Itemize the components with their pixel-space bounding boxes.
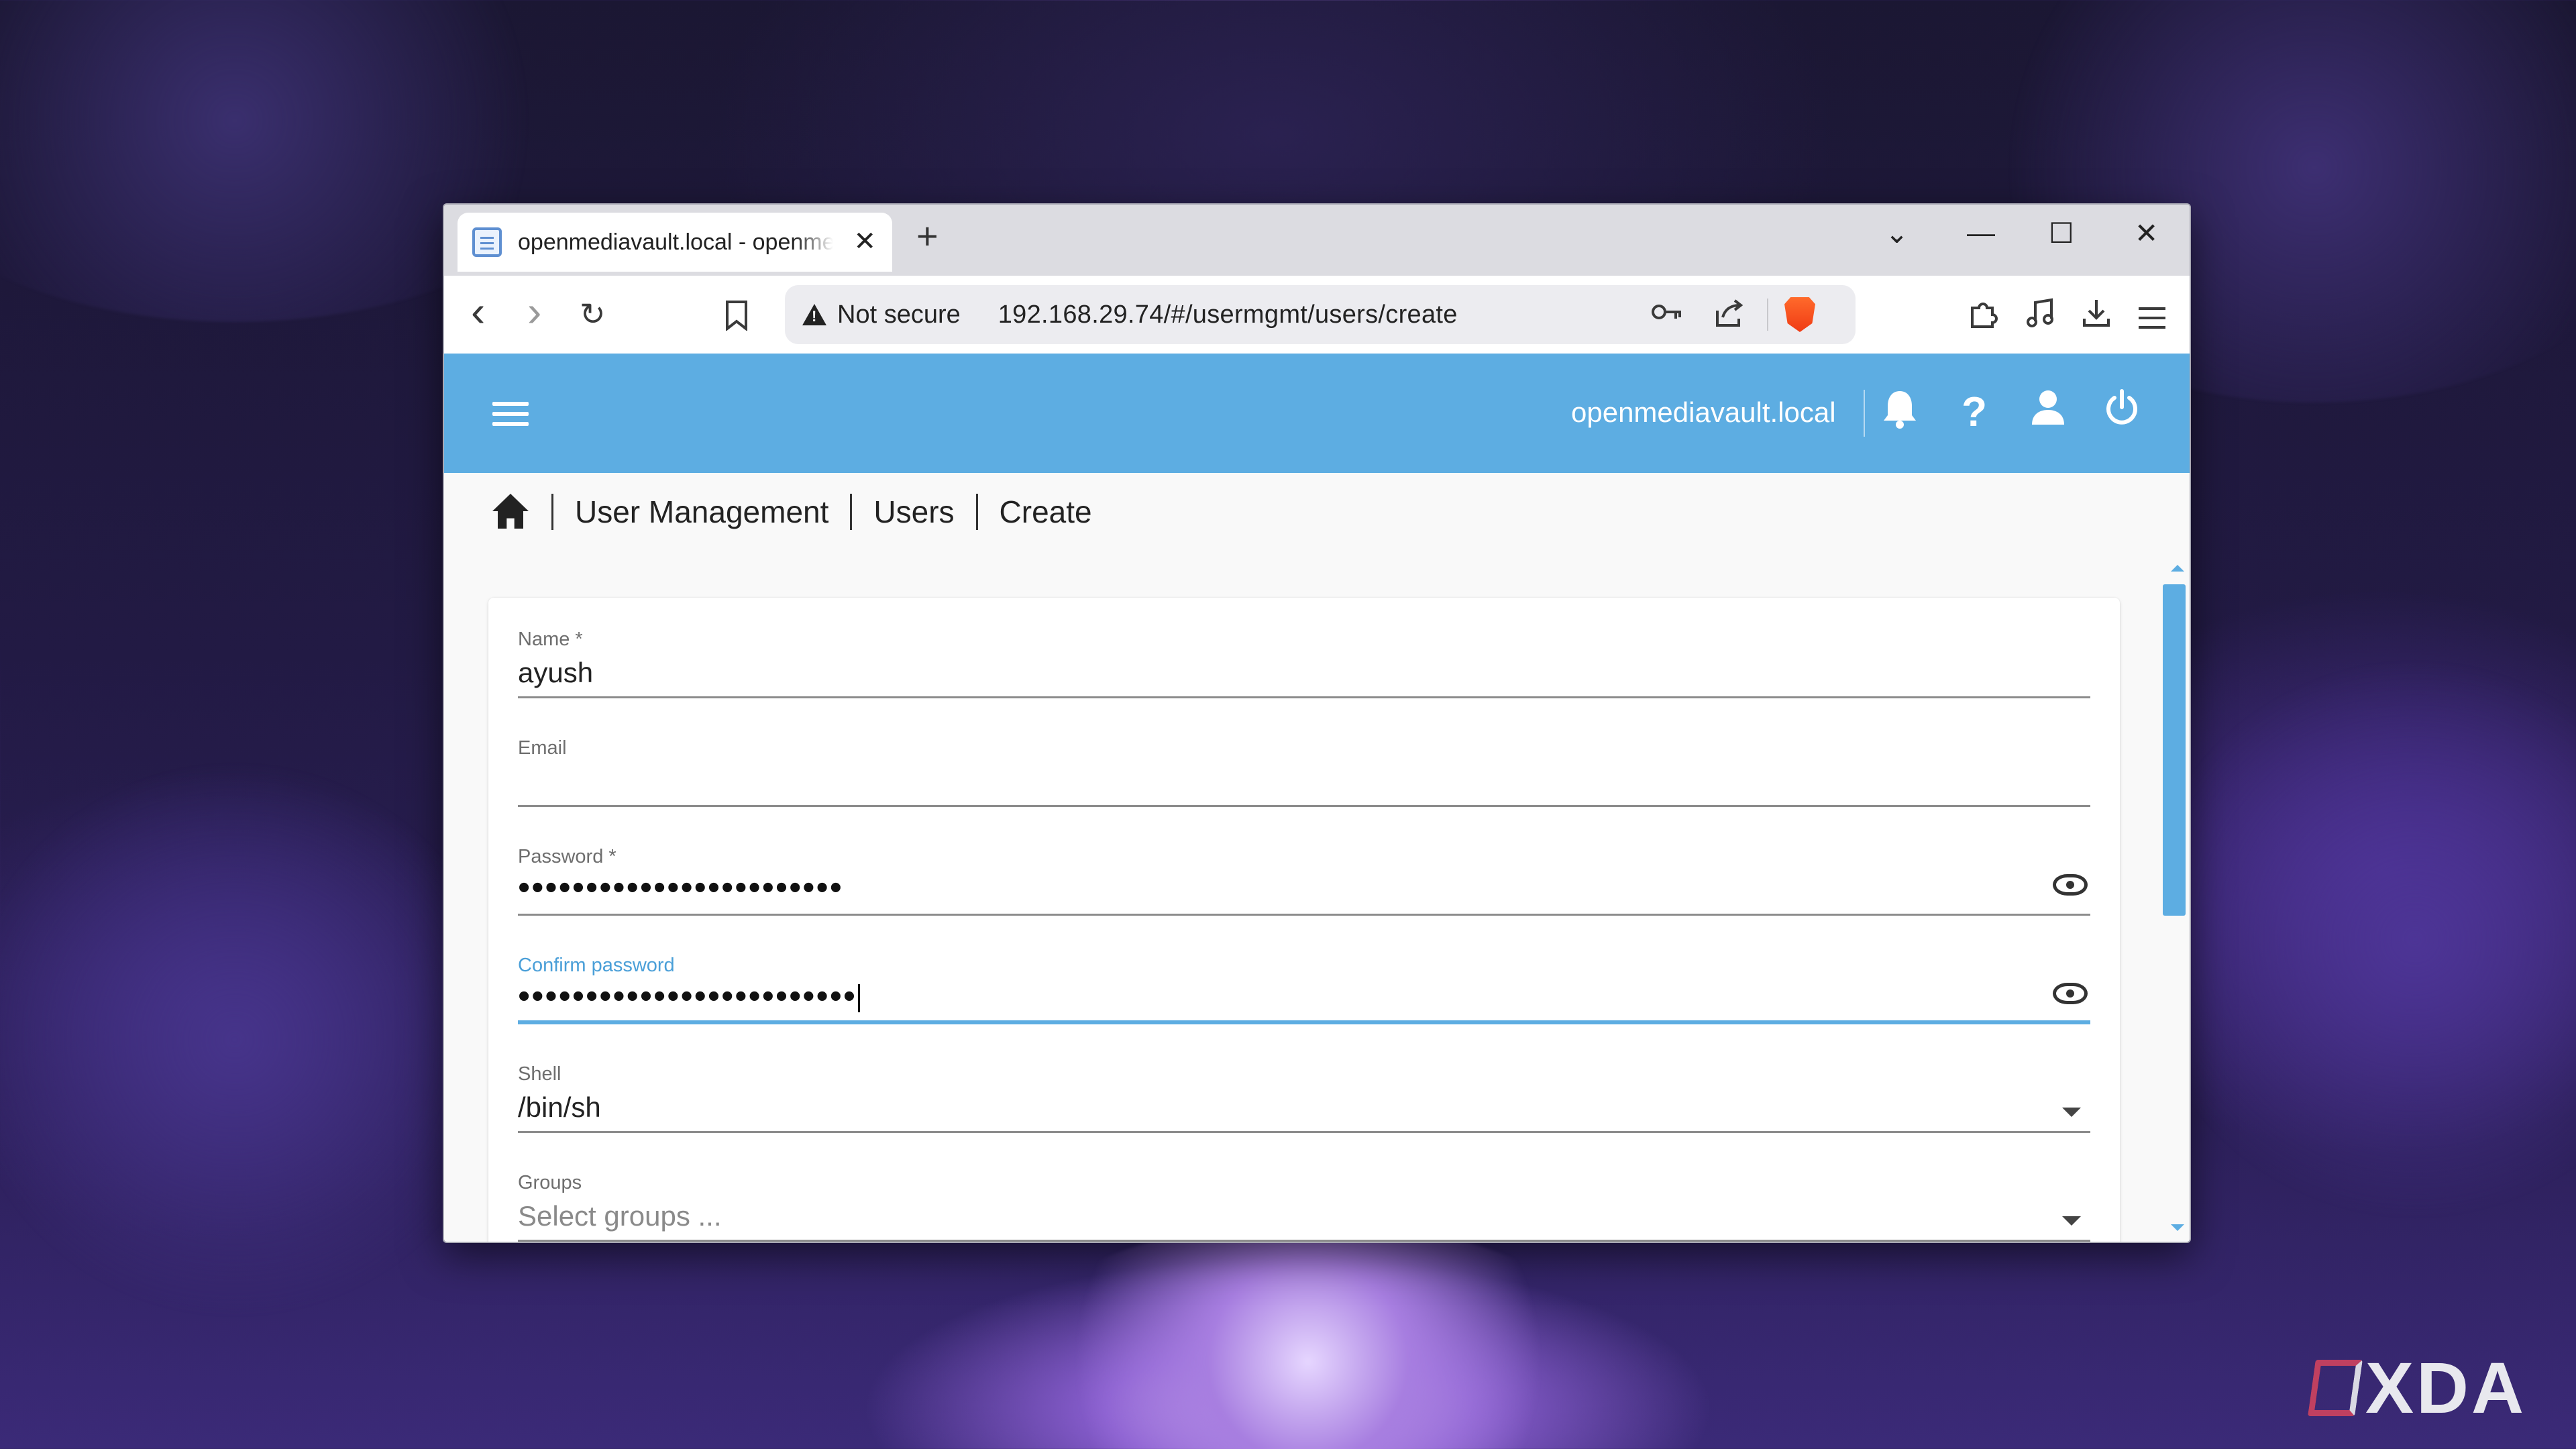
tab-title: openmediavault.local - openmediavault [518, 229, 833, 255]
scroll-down-arrow-icon[interactable] [2171, 1224, 2184, 1231]
back-button[interactable]: ‹ [471, 286, 485, 336]
breadcrumb: User Management Users Create [491, 485, 1092, 539]
chevron-down-icon[interactable] [2062, 1108, 2081, 1117]
extensions-icon[interactable] [1968, 299, 1999, 337]
power-icon[interactable] [2098, 388, 2145, 436]
breadcrumb-user-management[interactable]: User Management [575, 494, 828, 530]
confirm-password-input[interactable]: ••••••••••••••••••••••••• [518, 976, 861, 1016]
home-icon[interactable] [491, 494, 530, 530]
share-icon[interactable] [1713, 299, 1744, 335]
media-icon[interactable] [2025, 297, 2055, 337]
breadcrumb-separator [850, 494, 853, 530]
breadcrumb-separator [551, 494, 553, 530]
password-field[interactable]: Password * •••••••••••••••••••••••• [518, 815, 2090, 916]
maximize-button[interactable]: ☐ [2049, 217, 2074, 250]
bookmark-icon [726, 301, 747, 332]
chevron-down-icon[interactable] [2062, 1216, 2081, 1226]
minimize-button[interactable]: — [1967, 217, 1995, 249]
key-icon[interactable] [1650, 299, 1684, 332]
shell-label: Shell [518, 1063, 561, 1085]
email-label: Email [518, 737, 567, 759]
scroll-up-arrow-icon[interactable] [2171, 565, 2184, 572]
name-input[interactable]: ayush [518, 657, 593, 689]
reload-button[interactable]: ↻ [580, 296, 606, 332]
create-user-form: Name * ayush Email Password * ••••••••••… [488, 598, 2120, 1242]
groups-select[interactable]: Groups Select groups ... [518, 1141, 2090, 1242]
hamburger-icon[interactable] [492, 402, 529, 406]
hostname-label: openmediavault.local [1571, 396, 1836, 428]
warning-icon [802, 304, 826, 325]
breadcrumb-create: Create [999, 494, 1092, 529]
brave-shields-icon[interactable] [1784, 297, 1815, 332]
password-label: Password * [518, 846, 616, 867]
xda-logo-text: XDA [2365, 1347, 2527, 1428]
bookmark-button[interactable] [724, 300, 749, 337]
url-text[interactable]: 192.168.29.74/#/usermgmt/users/create [998, 301, 1458, 329]
xda-logo-icon [2308, 1359, 2363, 1416]
page-favicon-icon [472, 227, 502, 257]
confirm-password-field[interactable]: Confirm password •••••••••••••••••••••••… [518, 924, 2090, 1024]
tab-strip: openmediavault.local - openmediavault ✕ … [444, 205, 2190, 276]
scrollbar-thumb[interactable] [2163, 584, 2186, 916]
browser-toolbar: ‹ › ↻ Not secure 192.168.29.74/#/usermgm… [444, 276, 2190, 354]
close-tab-icon[interactable]: ✕ [853, 226, 876, 257]
forward-button[interactable]: › [527, 286, 541, 336]
password-input[interactable]: •••••••••••••••••••••••• [518, 867, 843, 908]
user-icon[interactable] [2025, 388, 2072, 436]
browser-tab[interactable]: openmediavault.local - openmediavault ✕ [458, 213, 892, 272]
notifications-bell-icon[interactable] [1876, 388, 1923, 440]
new-tab-button[interactable]: + [916, 214, 938, 258]
groups-placeholder[interactable]: Select groups ... [518, 1200, 722, 1232]
security-indicator[interactable]: Not secure [837, 301, 961, 329]
app-header: openmediavault.local ? [444, 354, 2190, 473]
download-icon[interactable] [2081, 297, 2112, 335]
close-window-button[interactable]: ✕ [2135, 217, 2158, 250]
browser-window: openmediavault.local - openmediavault ✕ … [443, 203, 2191, 1243]
header-divider [1864, 390, 1865, 437]
text-caret [858, 984, 861, 1013]
omnibox-divider [1767, 299, 1768, 331]
xda-watermark: XDA [2308, 1346, 2527, 1430]
confirm-password-masked: ••••••••••••••••••••••••• [518, 977, 857, 1016]
breadcrumb-separator [975, 494, 978, 530]
shell-select[interactable]: Shell /bin/sh [518, 1032, 2090, 1133]
help-icon[interactable]: ? [1951, 388, 1998, 436]
breadcrumb-users[interactable]: Users [873, 494, 954, 530]
confirm-password-label: Confirm password [518, 955, 675, 976]
show-password-eye-icon[interactable] [2053, 874, 2088, 896]
groups-label: Groups [518, 1172, 582, 1193]
shell-value[interactable]: /bin/sh [518, 1091, 601, 1124]
show-confirm-password-eye-icon[interactable] [2053, 983, 2088, 1004]
address-bar[interactable]: Not secure 192.168.29.74/#/usermgmt/user… [785, 285, 1856, 344]
browser-menu-icon[interactable] [2137, 301, 2167, 337]
email-field[interactable]: Email [518, 706, 2090, 807]
name-label: Name * [518, 629, 583, 650]
tab-list-button[interactable]: ⌄ [1885, 217, 1909, 250]
name-field[interactable]: Name * ayush [518, 598, 2090, 698]
